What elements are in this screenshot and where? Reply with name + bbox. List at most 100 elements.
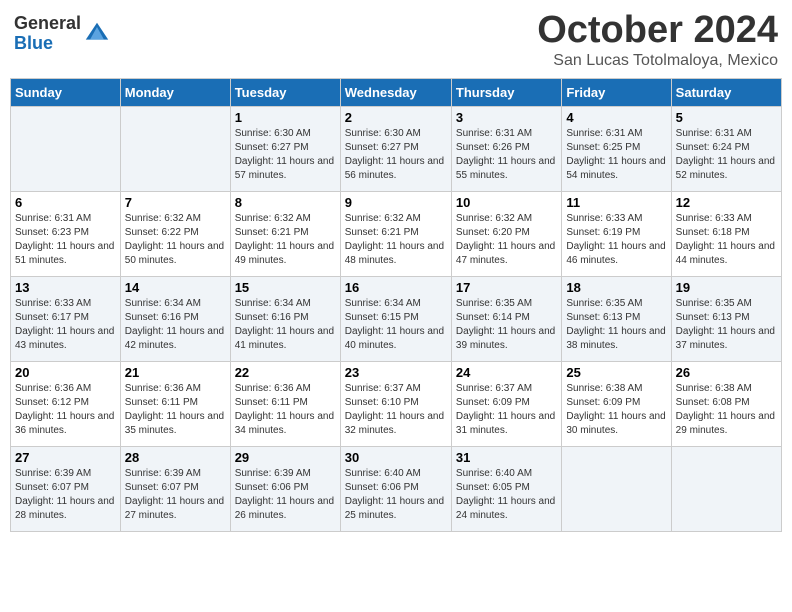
- calendar-cell: 26Sunrise: 6:38 AM Sunset: 6:08 PM Dayli…: [671, 361, 781, 446]
- calendar-cell: [671, 446, 781, 531]
- calendar-cell: 29Sunrise: 6:39 AM Sunset: 6:06 PM Dayli…: [230, 446, 340, 531]
- day-info: Sunrise: 6:37 AM Sunset: 6:09 PM Dayligh…: [456, 382, 557, 438]
- day-number: 24: [456, 365, 557, 380]
- calendar-cell: 21 Sunrise: 6:36 AM Sunset: 6:11 PM Dayli…: [120, 361, 230, 446]
- day-number: 23: [345, 365, 447, 380]
- calendar-cell: 3 Sunrise: 6:31 AM Sunset: 6:26 PM Daylig…: [451, 106, 561, 191]
- title-section: October 2024 San Lucas Totolmaloya, Mexi…: [537, 10, 778, 70]
- calendar-cell: 8 Sunrise: 6:32 AM Sunset: 6:21 PM Daylig…: [230, 191, 340, 276]
- calendar-cell: [120, 106, 230, 191]
- header-saturday: Saturday: [671, 78, 781, 106]
- day-number: 27: [15, 450, 116, 465]
- day-info: Sunrise: 6:32 AM Sunset: 6:21 PM Dayligh…: [345, 212, 447, 268]
- day-info: Sunrise: 6:37 AM Sunset: 6:10 PM Dayligh…: [345, 382, 447, 438]
- day-info: Sunrise: 6:31 AM Sunset: 6:26 PM Dayligh…: [456, 127, 557, 183]
- day-info: Sunrise: 6:32 AM Sunset: 6:21 PM Dayligh…: [235, 212, 336, 268]
- logo-general: General: [14, 14, 81, 34]
- day-info: Sunrise: 6:31 AM Sunset: 6:23 PM Dayligh…: [15, 212, 116, 268]
- calendar-cell: 24 Sunrise: 6:37 AM Sunset: 6:09 PM Dayli…: [451, 361, 561, 446]
- calendar-cell: 15Sunrise: 6:34 AM Sunset: 6:16 PM Dayli…: [230, 276, 340, 361]
- day-info: Sunrise: 6:31 AM Sunset: 6:25 PM Dayligh…: [566, 127, 666, 183]
- week-row-3: 13Sunrise: 6:33 AM Sunset: 6:17 PM Dayli…: [11, 276, 782, 361]
- location-subtitle: San Lucas Totolmaloya, Mexico: [537, 52, 778, 70]
- calendar-cell: 6 Sunrise: 6:31 AM Sunset: 6:23 PM Daylig…: [11, 191, 121, 276]
- day-info: Sunrise: 6:40 AM Sunset: 6:06 PM Dayligh…: [345, 467, 447, 523]
- week-row-4: 20 Sunrise: 6:36 AM Sunset: 6:12 PM Dayli…: [11, 361, 782, 446]
- day-info: Sunrise: 6:39 AM Sunset: 6:07 PM Dayligh…: [15, 467, 116, 523]
- day-number: 28: [125, 450, 226, 465]
- day-number: 25: [566, 365, 666, 380]
- header-tuesday: Tuesday: [230, 78, 340, 106]
- calendar-body: 1 Sunrise: 6:30 AM Sunset: 6:27 PM Daylig…: [11, 106, 782, 531]
- day-number: 31: [456, 450, 557, 465]
- day-number: 29: [235, 450, 336, 465]
- day-number: 7: [125, 195, 226, 210]
- logo-blue: Blue: [14, 34, 81, 54]
- day-number: 20: [15, 365, 116, 380]
- header-sunday: Sunday: [11, 78, 121, 106]
- day-info: Sunrise: 6:31 AM Sunset: 6:24 PM Dayligh…: [676, 127, 777, 183]
- day-number: 4: [566, 110, 666, 125]
- day-info: Sunrise: 6:33 AM Sunset: 6:17 PM Dayligh…: [15, 297, 116, 353]
- day-number: 8: [235, 195, 336, 210]
- day-info: Sunrise: 6:30 AM Sunset: 6:27 PM Dayligh…: [235, 127, 336, 183]
- day-info: Sunrise: 6:39 AM Sunset: 6:07 PM Dayligh…: [125, 467, 226, 523]
- calendar-header: SundayMondayTuesdayWednesdayThursdayFrid…: [11, 78, 782, 106]
- day-number: 14: [125, 280, 226, 295]
- day-info: Sunrise: 6:30 AM Sunset: 6:27 PM Dayligh…: [345, 127, 447, 183]
- day-number: 6: [15, 195, 116, 210]
- day-info: Sunrise: 6:36 AM Sunset: 6:12 PM Dayligh…: [15, 382, 116, 438]
- header-monday: Monday: [120, 78, 230, 106]
- day-info: Sunrise: 6:32 AM Sunset: 6:20 PM Dayligh…: [456, 212, 557, 268]
- calendar-cell: 22 Sunrise: 6:36 AM Sunset: 6:11 PM Dayli…: [230, 361, 340, 446]
- calendar-cell: [11, 106, 121, 191]
- day-number: 1: [235, 110, 336, 125]
- day-number: 12: [676, 195, 777, 210]
- day-number: 3: [456, 110, 557, 125]
- calendar-cell: 28 Sunrise: 6:39 AM Sunset: 6:07 PM Dayli…: [120, 446, 230, 531]
- week-row-5: 27 Sunrise: 6:39 AM Sunset: 6:07 PM Dayli…: [11, 446, 782, 531]
- calendar-cell: 1 Sunrise: 6:30 AM Sunset: 6:27 PM Daylig…: [230, 106, 340, 191]
- calendar-cell: 9 Sunrise: 6:32 AM Sunset: 6:21 PM Daylig…: [340, 191, 451, 276]
- day-info: Sunrise: 6:34 AM Sunset: 6:15 PM Dayligh…: [345, 297, 447, 353]
- calendar-cell: 2 Sunrise: 6:30 AM Sunset: 6:27 PM Daylig…: [340, 106, 451, 191]
- day-info: Sunrise: 6:36 AM Sunset: 6:11 PM Dayligh…: [125, 382, 226, 438]
- calendar-cell: 13Sunrise: 6:33 AM Sunset: 6:17 PM Dayli…: [11, 276, 121, 361]
- day-info: Sunrise: 6:33 AM Sunset: 6:19 PM Dayligh…: [566, 212, 666, 268]
- day-number: 30: [345, 450, 447, 465]
- day-number: 21: [125, 365, 226, 380]
- calendar-cell: 18Sunrise: 6:35 AM Sunset: 6:13 PM Dayli…: [562, 276, 671, 361]
- day-info: Sunrise: 6:34 AM Sunset: 6:16 PM Dayligh…: [125, 297, 226, 353]
- calendar-cell: [562, 446, 671, 531]
- calendar-cell: 20 Sunrise: 6:36 AM Sunset: 6:12 PM Dayli…: [11, 361, 121, 446]
- day-number: 17: [456, 280, 557, 295]
- day-number: 5: [676, 110, 777, 125]
- calendar-cell: 27 Sunrise: 6:39 AM Sunset: 6:07 PM Dayli…: [11, 446, 121, 531]
- day-info: Sunrise: 6:38 AM Sunset: 6:09 PM Dayligh…: [566, 382, 666, 438]
- calendar-cell: 4 Sunrise: 6:31 AM Sunset: 6:25 PM Daylig…: [562, 106, 671, 191]
- week-row-2: 6 Sunrise: 6:31 AM Sunset: 6:23 PM Daylig…: [11, 191, 782, 276]
- calendar-cell: 17 Sunrise: 6:35 AM Sunset: 6:14 PM Dayli…: [451, 276, 561, 361]
- day-number: 11: [566, 195, 666, 210]
- calendar-cell: 11 Sunrise: 6:33 AM Sunset: 6:19 PM Dayli…: [562, 191, 671, 276]
- calendar-cell: 5 Sunrise: 6:31 AM Sunset: 6:24 PM Daylig…: [671, 106, 781, 191]
- day-number: 22: [235, 365, 336, 380]
- day-info: Sunrise: 6:36 AM Sunset: 6:11 PM Dayligh…: [235, 382, 336, 438]
- logo-icon: [83, 20, 111, 48]
- week-row-1: 1 Sunrise: 6:30 AM Sunset: 6:27 PM Daylig…: [11, 106, 782, 191]
- calendar-cell: 19Sunrise: 6:35 AM Sunset: 6:13 PM Dayli…: [671, 276, 781, 361]
- day-info: Sunrise: 6:35 AM Sunset: 6:13 PM Dayligh…: [566, 297, 666, 353]
- calendar-cell: 10Sunrise: 6:32 AM Sunset: 6:20 PM Dayli…: [451, 191, 561, 276]
- day-info: Sunrise: 6:35 AM Sunset: 6:14 PM Dayligh…: [456, 297, 557, 353]
- calendar-cell: 30 Sunrise: 6:40 AM Sunset: 6:06 PM Dayli…: [340, 446, 451, 531]
- header-row: SundayMondayTuesdayWednesdayThursdayFrid…: [11, 78, 782, 106]
- header-friday: Friday: [562, 78, 671, 106]
- month-title: October 2024: [537, 10, 778, 52]
- day-number: 9: [345, 195, 447, 210]
- day-number: 16: [345, 280, 447, 295]
- day-number: 15: [235, 280, 336, 295]
- header-wednesday: Wednesday: [340, 78, 451, 106]
- day-number: 2: [345, 110, 447, 125]
- calendar-cell: 16 Sunrise: 6:34 AM Sunset: 6:15 PM Dayli…: [340, 276, 451, 361]
- calendar-cell: 12Sunrise: 6:33 AM Sunset: 6:18 PM Dayli…: [671, 191, 781, 276]
